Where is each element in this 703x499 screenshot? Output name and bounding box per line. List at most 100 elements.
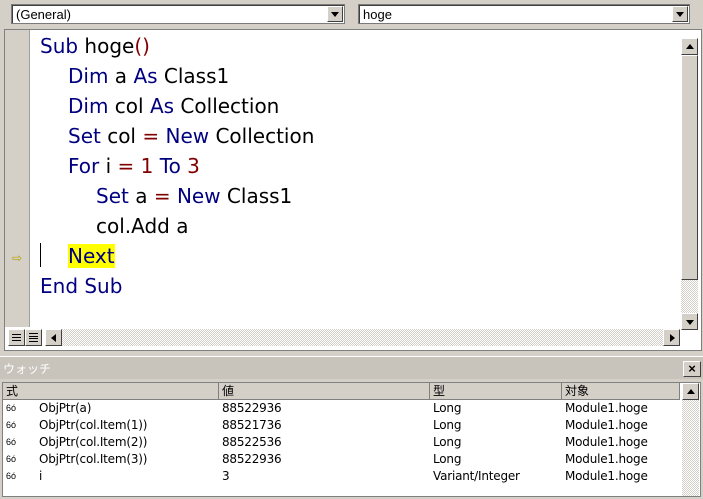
arrow-down-icon	[686, 320, 694, 325]
identifier: col	[108, 94, 150, 118]
watch-value: 3	[222, 469, 230, 483]
keyword: New	[165, 124, 210, 148]
watch-window-title: ウォッチ	[3, 362, 52, 376]
arrow-left-icon	[51, 334, 56, 342]
watch-value: 88522936	[222, 452, 282, 466]
watch-context: Module1.hoge	[565, 452, 648, 466]
code-line-5: For i = 1 To 3	[68, 153, 200, 179]
code-line-3: Dim col As Collection	[68, 93, 279, 119]
close-button[interactable]: ×	[683, 361, 701, 377]
watch-scroll-up-button[interactable]	[682, 383, 699, 400]
keyword: End Sub	[40, 274, 123, 298]
object-combo-value: (General)	[16, 7, 71, 22]
parens: ()	[134, 34, 150, 58]
column-header-type[interactable]: 型	[430, 383, 562, 400]
watch-expression: ObjPtr(a)	[39, 401, 92, 415]
watch-vertical-scroll-track[interactable]	[682, 400, 699, 496]
identifier: Collection	[209, 124, 315, 148]
watch-expression: i	[39, 469, 43, 483]
arrow-right-icon	[670, 334, 675, 342]
scroll-down-button[interactable]	[681, 313, 698, 330]
watch-glasses-icon: 6ó	[6, 437, 17, 447]
watch-type: Variant/Integer	[433, 469, 520, 483]
watch-glasses-icon: 6ó	[6, 454, 17, 464]
identifier: Collection	[174, 94, 280, 118]
procedure-combo[interactable]: hoge	[358, 4, 690, 24]
watch-type: Long	[433, 452, 462, 466]
watch-expression: ObjPtr(col.Item(2))	[39, 435, 148, 449]
code-window[interactable]: ⇨ Sub hoge() Dim a As Class1 Dim col As …	[4, 29, 702, 351]
keyword: Sub	[40, 34, 79, 58]
identifier: a	[128, 184, 154, 208]
watch-context: Module1.hoge	[565, 418, 648, 432]
keyword: Dim	[68, 64, 109, 88]
procedure-combo-value: hoge	[363, 7, 392, 22]
scroll-right-button[interactable]	[663, 329, 680, 346]
close-icon: ×	[688, 361, 696, 376]
watch-context: Module1.hoge	[565, 435, 648, 449]
execution-pointer-icon: ⇨	[12, 251, 23, 265]
object-combo[interactable]: (General)	[11, 4, 345, 24]
horizontal-scroll-track[interactable]	[62, 329, 663, 346]
operator: =	[142, 124, 160, 148]
column-header-expression[interactable]: 式	[3, 383, 219, 400]
watch-value: 88522536	[222, 435, 282, 449]
identifier: Class1	[220, 184, 293, 208]
watch-row[interactable]: 6ó ObjPtr(col.Item(1)) 88521736 Long Module1…	[3, 417, 683, 434]
operator: =	[153, 184, 171, 208]
chevron-down-icon	[331, 12, 339, 17]
text-caret	[40, 243, 41, 267]
keyword: As	[149, 94, 175, 118]
code-line-9: End Sub	[40, 273, 122, 299]
keyword: Dim	[68, 94, 109, 118]
chevron-down-icon	[676, 12, 684, 17]
arrow-up-icon	[686, 44, 694, 49]
procedure-view-button[interactable]	[8, 329, 25, 346]
number-literal: 1	[140, 154, 154, 178]
watch-window-titlebar[interactable]: ウォッチ ×	[0, 356, 703, 379]
full-module-view-button[interactable]	[25, 329, 42, 346]
identifier: hoge	[78, 34, 135, 58]
scroll-up-button[interactable]	[681, 38, 698, 55]
watch-expression: ObjPtr(col.Item(3))	[39, 452, 148, 466]
watch-row[interactable]: 6ó ObjPtr(col.Item(2)) 88522536 Long Module1…	[3, 434, 683, 451]
watch-type: Long	[433, 401, 462, 415]
keyword: Set	[96, 184, 129, 208]
column-header-context[interactable]: 対象	[562, 383, 680, 400]
keyword: New	[176, 184, 221, 208]
watch-value: 88522936	[222, 401, 282, 415]
watch-type: Long	[433, 435, 462, 449]
code-line-6: Set a = New Class1	[96, 183, 292, 209]
scroll-left-button[interactable]	[45, 329, 62, 346]
column-header-value[interactable]: 値	[219, 383, 430, 400]
code-line-4: Set col = New Collection	[68, 123, 314, 149]
number-literal: 3	[187, 154, 200, 178]
current-statement-highlight: Next	[68, 244, 115, 268]
identifier: col	[100, 124, 143, 148]
keyword: To	[159, 154, 181, 178]
watch-row[interactable]: 6ó ObjPtr(col.Item(3)) 88522936 Long Module1…	[3, 451, 683, 468]
operator: =	[117, 154, 135, 178]
watch-value: 88521736	[222, 418, 282, 432]
identifier: i	[99, 154, 118, 178]
object-combo-dropdown-button[interactable]	[327, 6, 343, 22]
watch-row[interactable]: 6ó i 3 Variant/Integer Module1.hoge	[3, 468, 683, 485]
procedure-combo-dropdown-button[interactable]	[672, 6, 688, 22]
statement: col.Add a	[96, 214, 189, 238]
keyword: As	[133, 64, 158, 88]
watch-context: Module1.hoge	[565, 469, 648, 483]
margin-indicator-bar[interactable]: ⇨	[5, 30, 30, 327]
vertical-scroll-track[interactable]	[681, 55, 698, 313]
watch-list[interactable]: 式 値 型 対象 6ó ObjPtr(a) 88522936 Long Module1.…	[2, 382, 701, 497]
arrow-up-icon	[687, 389, 695, 394]
watch-context: Module1.hoge	[565, 401, 648, 415]
watch-row[interactable]: 6ó ObjPtr(a) 88522936 Long Module1.hoge	[3, 400, 683, 417]
watch-type: Long	[433, 418, 462, 432]
keyword: Set	[68, 124, 101, 148]
code-editor[interactable]: Sub hoge() Dim a As Class1 Dim col As Co…	[30, 30, 681, 327]
code-line-1: Sub hoge()	[40, 33, 150, 59]
vertical-scroll-thumb[interactable]	[681, 55, 698, 280]
watch-expression: ObjPtr(col.Item(1))	[39, 418, 148, 432]
identifier: a	[108, 64, 134, 88]
code-line-7: col.Add a	[96, 213, 188, 239]
